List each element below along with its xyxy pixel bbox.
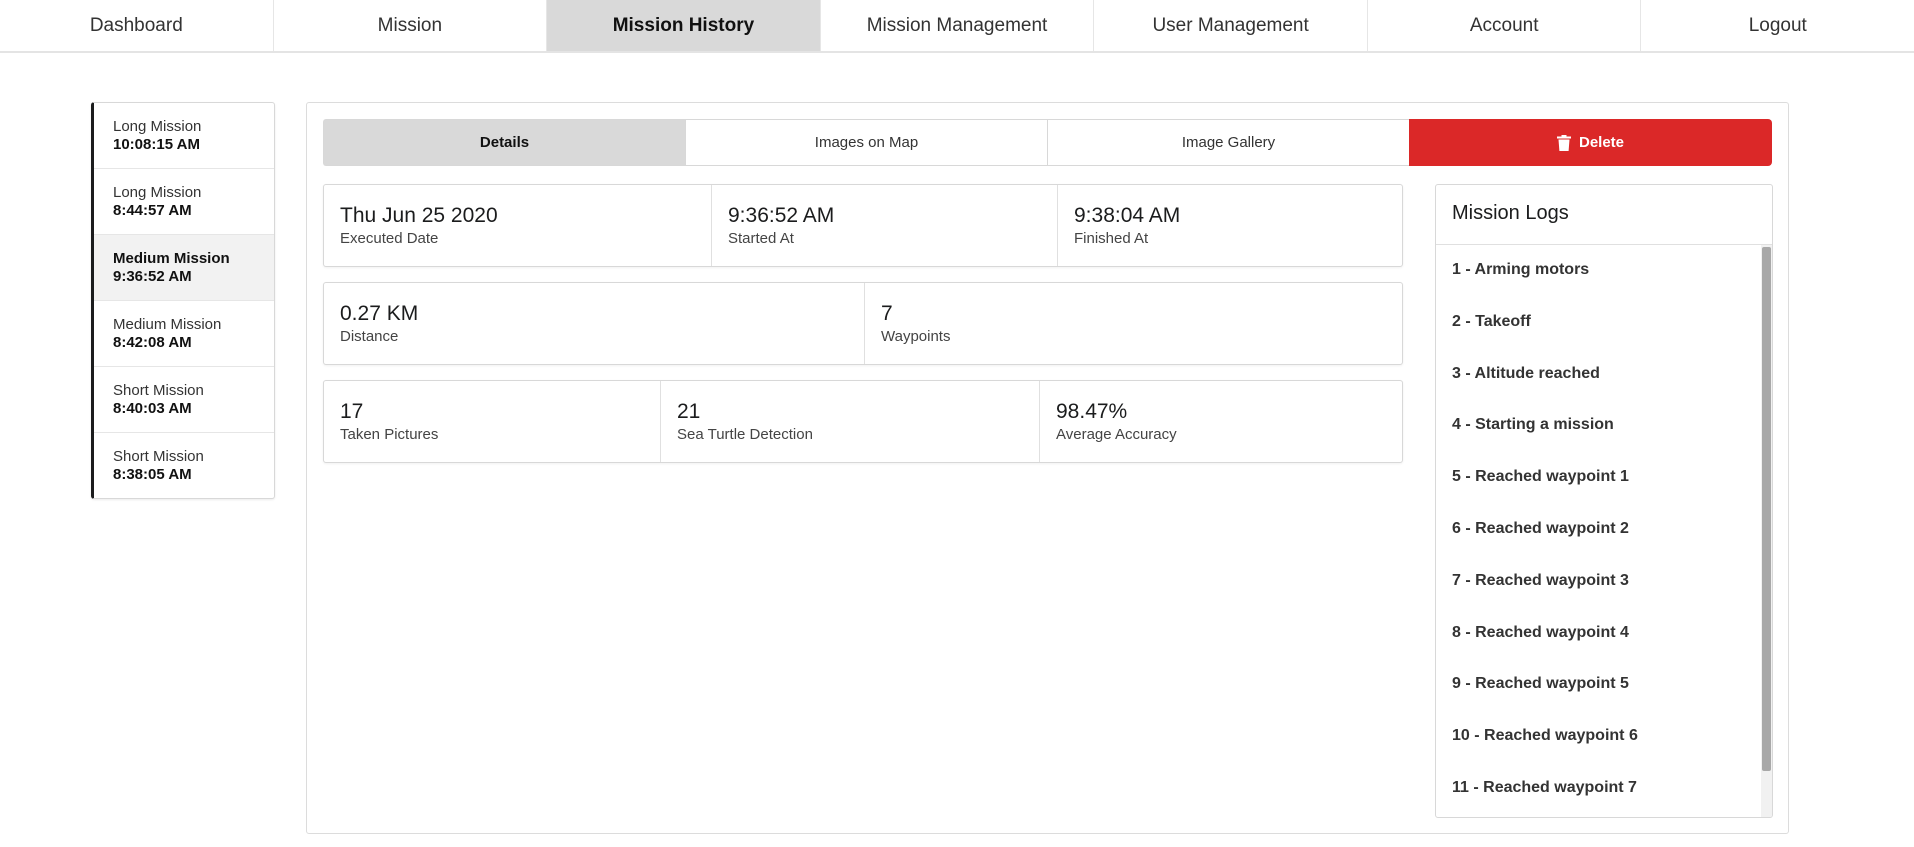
mission-history-list: Long Mission 10:08:15 AM Long Mission 8:…: [91, 102, 275, 499]
stat-label: Average Accuracy: [1056, 426, 1177, 443]
mission-list-item-selected[interactable]: Medium Mission 9:36:52 AM: [94, 235, 274, 301]
mission-time: 9:36:52 AM: [113, 268, 192, 285]
stat-finished-at: 9:38:04 AM Finished At: [1058, 185, 1402, 266]
stat-value: 0.27 KM: [340, 302, 419, 325]
nav-user-management[interactable]: User Management: [1094, 0, 1368, 51]
top-navigation: Dashboard Mission Mission History Missio…: [0, 0, 1914, 53]
stat-average-accuracy: 98.47% Average Accuracy: [1040, 381, 1402, 462]
stat-taken-pictures: 17 Taken Pictures: [324, 381, 661, 462]
mission-time: 8:44:57 AM: [113, 202, 192, 219]
delete-label: Delete: [1578, 134, 1625, 151]
stat-executed-date: Thu Jun 25 2020 Executed Date: [324, 185, 712, 266]
mission-name: Long Mission: [113, 118, 202, 135]
stat-value: 7: [881, 302, 893, 325]
mission-name: Medium Mission: [113, 316, 222, 333]
stat-label: Taken Pictures: [340, 426, 439, 443]
stat-value: 9:38:04 AM: [1074, 204, 1181, 227]
mission-time: 8:38:05 AM: [113, 466, 192, 483]
tab-images-on-map[interactable]: Images on Map: [685, 119, 1047, 166]
stat-value: Thu Jun 25 2020: [340, 204, 498, 227]
mission-list-item[interactable]: Short Mission 8:38:05 AM: [94, 433, 274, 498]
tab-details[interactable]: Details: [323, 119, 685, 166]
mission-time: 8:42:08 AM: [113, 334, 192, 351]
stat-label: Sea Turtle Detection: [677, 426, 813, 443]
stat-label: Started At: [728, 230, 794, 247]
log-item: 11 - Reached waypoint 7: [1452, 778, 1637, 796]
mission-list-item[interactable]: Long Mission 10:08:15 AM: [94, 103, 274, 169]
mission-name: Medium Mission: [113, 250, 230, 267]
log-item: 3 - Altitude reached: [1452, 364, 1600, 382]
log-item: 6 - Reached waypoint 2: [1452, 519, 1629, 537]
nav-account[interactable]: Account: [1368, 0, 1642, 51]
stat-distance: 0.27 KM Distance: [324, 283, 865, 364]
mission-logs-list: 1 - Arming motors 2 - Takeoff 3 - Altitu…: [1436, 245, 1772, 817]
detail-tabs: Details Images on Map Image Gallery Dele…: [323, 119, 1772, 166]
log-item: 4 - Starting a mission: [1452, 416, 1614, 434]
logs-scrollbar-thumb[interactable]: [1762, 247, 1771, 771]
nav-mission[interactable]: Mission: [274, 0, 548, 51]
mission-logs-title: Mission Logs: [1436, 185, 1772, 245]
tab-image-gallery[interactable]: Image Gallery: [1047, 119, 1409, 166]
nav-logout[interactable]: Logout: [1641, 0, 1914, 51]
stat-label: Distance: [340, 328, 399, 345]
mission-logs-panel: Mission Logs 1 - Arming motors 2 - Takeo…: [1435, 184, 1773, 818]
log-item: 2 - Takeoff: [1452, 312, 1531, 330]
nav-mission-management[interactable]: Mission Management: [821, 0, 1095, 51]
log-item: 8 - Reached waypoint 4: [1452, 623, 1629, 641]
mission-list-item[interactable]: Short Mission 8:40:03 AM: [94, 367, 274, 433]
log-item: 1 - Arming motors: [1452, 261, 1590, 278]
mission-name: Short Mission: [113, 448, 204, 465]
log-item: 9 - Reached waypoint 5: [1452, 675, 1629, 693]
stat-label: Waypoints: [881, 328, 951, 345]
nav-dashboard[interactable]: Dashboard: [0, 0, 274, 51]
log-item: 10 - Reached waypoint 6: [1452, 727, 1638, 745]
stat-waypoints: 7 Waypoints: [865, 283, 1402, 364]
nav-mission-history[interactable]: Mission History: [547, 0, 821, 51]
log-item: 5 - Reached waypoint 1: [1452, 468, 1629, 486]
trash-icon: [1556, 134, 1571, 151]
mission-list-item[interactable]: Long Mission 8:44:57 AM: [94, 169, 274, 235]
mission-name: Long Mission: [113, 184, 202, 201]
stat-label: Finished At: [1074, 230, 1149, 247]
log-item: 7 - Reached waypoint 3: [1452, 571, 1629, 589]
mission-detail-panel: Details Images on Map Image Gallery Dele…: [306, 102, 1789, 834]
stat-sea-turtle-detection: 21 Sea Turtle Detection: [661, 381, 1040, 462]
stat-value: 98.47%: [1056, 400, 1128, 423]
stats-row-detection: 17 Taken Pictures 21 Sea Turtle Detectio…: [323, 380, 1403, 463]
stat-value: 17: [340, 400, 364, 423]
stats-row-timing: Thu Jun 25 2020 Executed Date 9:36:52 AM…: [323, 184, 1403, 267]
stat-value: 21: [677, 400, 701, 423]
stats-row-route: 0.27 KM Distance 7 Waypoints: [323, 282, 1403, 365]
stat-label: Executed Date: [340, 230, 439, 247]
delete-button[interactable]: Delete: [1409, 119, 1772, 166]
mission-list-item[interactable]: Medium Mission 8:42:08 AM: [94, 301, 274, 367]
stat-value: 9:36:52 AM: [728, 204, 835, 227]
mission-time: 10:08:15 AM: [113, 136, 200, 153]
mission-name: Short Mission: [113, 382, 204, 399]
logs-scrollbar[interactable]: [1761, 245, 1772, 817]
stat-started-at: 9:36:52 AM Started At: [712, 185, 1058, 266]
mission-time: 8:40:03 AM: [113, 400, 192, 417]
